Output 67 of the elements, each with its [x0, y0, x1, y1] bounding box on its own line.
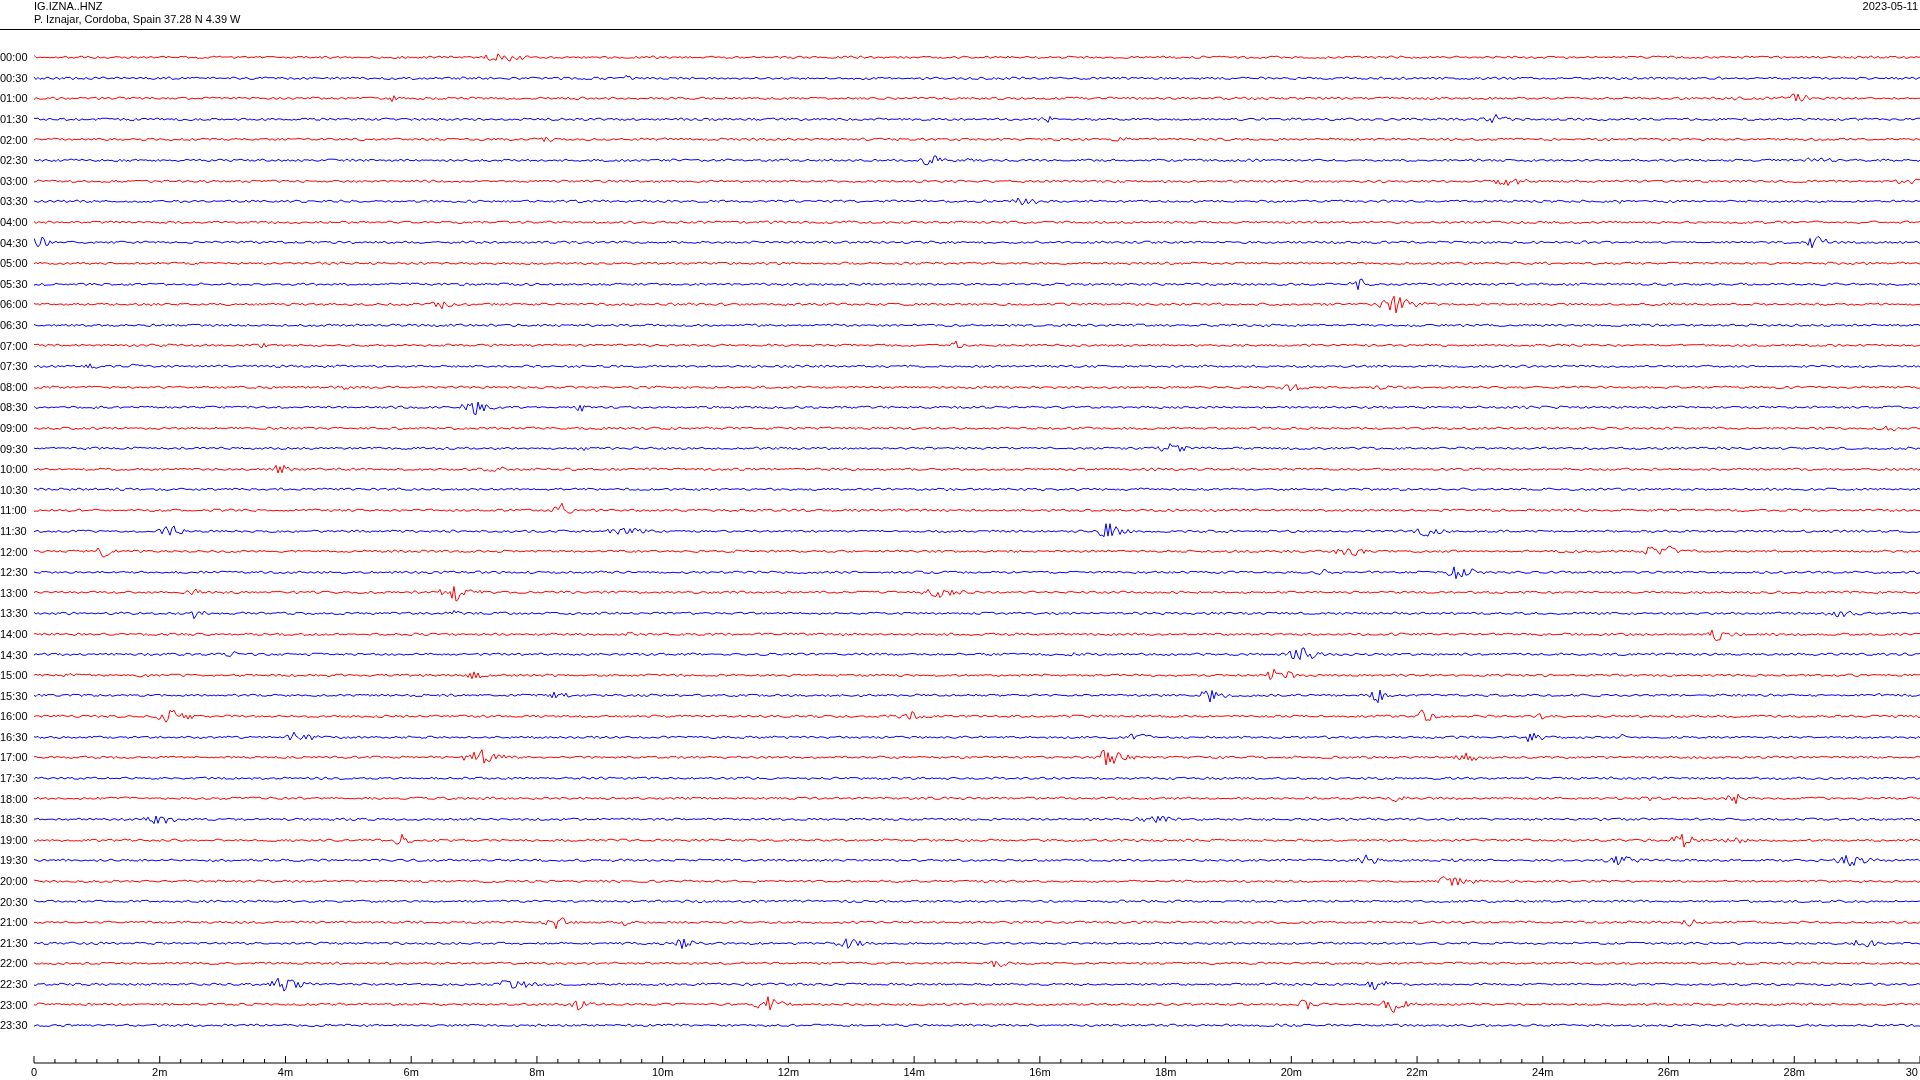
hour-label: 23:00: [0, 998, 29, 1011]
axis-tick-label: 28m: [1783, 1066, 1805, 1078]
hour-label: 16:30: [0, 730, 29, 743]
axis-tick-label: 14m: [903, 1066, 925, 1078]
hour-label: 10:00: [0, 463, 29, 476]
hour-label: 21:30: [0, 936, 29, 949]
hour-label: 18:00: [0, 792, 29, 805]
hour-label: 02:30: [0, 154, 29, 167]
hour-label: 15:30: [0, 689, 29, 702]
axis-tick-label: 10m: [651, 1066, 674, 1078]
hour-label: 01:30: [0, 113, 29, 126]
hour-label: 04:30: [0, 236, 29, 249]
hour-label: 12:00: [0, 545, 29, 558]
hour-label: 11:00: [0, 504, 28, 517]
hour-label: 07:30: [0, 360, 29, 373]
hour-label: 21:00: [0, 916, 29, 929]
hour-label: 02:00: [0, 133, 29, 146]
hour-label: 13:30: [0, 607, 29, 620]
axis-tick-label: 12m: [777, 1066, 800, 1078]
hour-label: 09:30: [0, 442, 29, 455]
hour-label: 15:00: [0, 669, 29, 682]
hour-label: 01:00: [0, 92, 29, 105]
hour-label: 20:00: [0, 875, 29, 888]
date-label: 2023-05-11: [1862, 0, 1918, 14]
hour-label: 19:30: [0, 854, 29, 867]
hour-label: 13:00: [0, 586, 29, 599]
hour-label: 03:30: [0, 195, 29, 208]
axis-tick-label: 0: [30, 1066, 38, 1078]
axis-tick-label: 20m: [1280, 1066, 1303, 1078]
hour-label: 03:00: [0, 174, 29, 187]
hour-label: 16:00: [0, 710, 29, 723]
hour-label: 12:30: [0, 566, 29, 579]
hour-label: 22:30: [0, 978, 29, 990]
axis-tick-label: 18m: [1154, 1066, 1177, 1078]
station-code: IG.IZNA..HNZ: [34, 0, 104, 13]
hour-label: 06:00: [0, 298, 29, 311]
axis-tick-label: 22m: [1406, 1066, 1428, 1078]
hour-label: 09:00: [0, 422, 29, 434]
hour-label: 23:30: [0, 1019, 29, 1032]
hour-label: 05:30: [0, 277, 29, 290]
hour-label: 08:30: [0, 401, 29, 414]
hour-label: 19:00: [0, 833, 29, 846]
hour-label: 11:30: [0, 524, 28, 537]
hour-label: 17:30: [0, 772, 29, 785]
hour-label: 04:00: [0, 216, 29, 229]
axis-tick-label: 8m: [529, 1066, 545, 1078]
hour-label: 18:30: [0, 813, 29, 826]
hour-label: 10:30: [0, 483, 29, 496]
axis-tick-label: 2m: [152, 1066, 168, 1078]
station-location: P. Iznajar, Cordoba, Spain 37.28 N 4.39 W: [34, 13, 241, 26]
axis-tick-label: 30: [1905, 1066, 1918, 1078]
axis-tick-label: 4m: [277, 1066, 294, 1078]
hour-label: 00:00: [0, 51, 29, 64]
axis-tick-label: 26m: [1657, 1066, 1680, 1078]
hour-label: 17:00: [0, 751, 29, 764]
hour-label: 14:00: [0, 627, 29, 640]
axis-tick-label: 16m: [1029, 1066, 1051, 1078]
hour-label: 20:30: [0, 895, 29, 908]
hour-label: 05:00: [0, 257, 29, 270]
hour-label: 00:30: [0, 71, 29, 84]
hour-label: 22:00: [0, 957, 29, 970]
hour-label: 14:30: [0, 648, 29, 661]
axis-tick-label: 24m: [1532, 1066, 1554, 1078]
hour-label: 07:00: [0, 339, 29, 352]
hour-label: 06:30: [0, 319, 29, 331]
hour-label: 08:00: [0, 380, 29, 393]
axis-tick-label: 6m: [403, 1066, 419, 1078]
